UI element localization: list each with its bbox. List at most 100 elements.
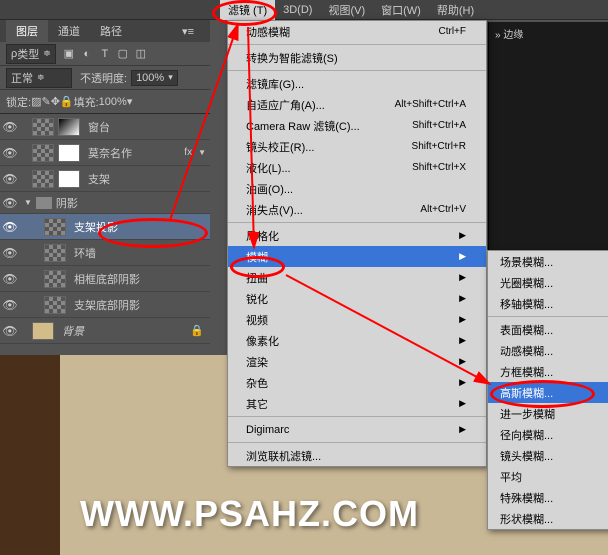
visibility-icon[interactable]: 👁 (0, 324, 20, 338)
folder-icon (36, 197, 52, 209)
mi-other[interactable]: 其它▶ (228, 393, 486, 414)
fill-label: 填充: (74, 94, 99, 110)
fill-value[interactable]: 100%▾ (99, 95, 133, 108)
mask-thumb (58, 170, 80, 188)
layer-folder[interactable]: 👁 ▼ 阴影 (0, 192, 210, 214)
filter-menu: 动感模糊Ctrl+F 转换为智能滤镜(S) 滤镜库(G)... 自适应广角(A)… (227, 20, 487, 467)
mi-digimarc[interactable]: Digimarc▶ (228, 419, 486, 440)
mask-thumb (58, 144, 80, 162)
layer-row[interactable]: 👁 环墙 (0, 240, 210, 266)
layer-name: 支架 (88, 171, 210, 187)
layer-name: 支架投影 (74, 219, 210, 235)
tab-channels[interactable]: 通道 (48, 20, 90, 42)
layer-thumb (44, 244, 66, 262)
layer-row[interactable]: 👁 相框底部阴影 (0, 266, 210, 292)
menu-window[interactable]: 窗口(W) (373, 0, 429, 20)
filter-icon-1[interactable]: ▣ (61, 46, 77, 62)
mi-to-smart[interactable]: 转换为智能滤镜(S) (228, 47, 486, 68)
layer-row[interactable]: 👁 支架底部阴影 (0, 292, 210, 318)
folder-name: 阴影 (56, 195, 78, 211)
layer-name: 莫奈名作 (88, 145, 184, 161)
lock-move-icon[interactable]: ✥ (51, 95, 60, 108)
mask-thumb (58, 118, 80, 136)
menu-help[interactable]: 帮助(H) (429, 0, 482, 20)
mi-render[interactable]: 渲染▶ (228, 351, 486, 372)
watermark-text: WWW.PSAHZ.COM (80, 493, 419, 535)
layer-name: 支架底部阴影 (74, 297, 210, 313)
visibility-icon[interactable]: 👁 (0, 196, 20, 210)
mi-lens[interactable]: 镜头校正(R)...Shift+Ctrl+R (228, 136, 486, 157)
tab-paths[interactable]: 路径 (90, 20, 132, 42)
mi-radial-blur[interactable]: 径向模糊... (488, 424, 608, 445)
filter-icon-3[interactable]: T (97, 46, 113, 62)
mi-further-blur[interactable]: 进一步模糊 (488, 403, 608, 424)
mi-shape-blur[interactable]: 形状模糊... (488, 508, 608, 529)
mi-oil[interactable]: 油画(O)... (228, 178, 486, 199)
chevron-down-icon[interactable]: ▼ (198, 148, 206, 157)
mi-special-blur[interactable]: 特殊模糊... (488, 487, 608, 508)
lock-brush-icon[interactable]: ✎ (41, 95, 50, 108)
visibility-icon[interactable]: 👁 (0, 120, 20, 134)
mi-liquify[interactable]: 液化(L)...Shift+Ctrl+X (228, 157, 486, 178)
mi-box-blur[interactable]: 方框模糊... (488, 361, 608, 382)
layer-row[interactable]: 👁 背景 🔒 (0, 318, 210, 344)
layer-row[interactable]: 👁 莫奈名作 fx ▼ (0, 140, 210, 166)
mi-stylize[interactable]: 风格化▶ (228, 225, 486, 246)
mi-online[interactable]: 浏览联机滤镜... (228, 445, 486, 466)
filter-icon-2[interactable]: ◐ (79, 46, 95, 62)
mi-gaussian-blur[interactable]: 高斯模糊... (488, 382, 608, 403)
mi-field-blur[interactable]: 场景模糊... (488, 251, 608, 272)
visibility-icon[interactable]: 👁 (0, 146, 20, 160)
layer-name: 窗台 (88, 119, 210, 135)
visibility-icon[interactable]: 👁 (0, 246, 20, 260)
opacity-label: 不透明度: (80, 70, 127, 86)
visibility-icon[interactable]: 👁 (0, 220, 20, 234)
blur-submenu: 场景模糊... 光圈模糊... 移轴模糊... 表面模糊... 动感模糊... … (487, 250, 608, 530)
mi-sharpen[interactable]: 锐化▶ (228, 288, 486, 309)
visibility-icon[interactable]: 👁 (0, 272, 20, 286)
mi-average[interactable]: 平均 (488, 466, 608, 487)
mi-distort[interactable]: 扭曲▶ (228, 267, 486, 288)
layer-thumb (32, 118, 54, 136)
properties-title: » 边缘 (489, 22, 608, 45)
mi-surface-blur[interactable]: 表面模糊... (488, 319, 608, 340)
mi-adaptive[interactable]: 自适应广角(A)...Alt+Shift+Ctrl+A (228, 94, 486, 115)
visibility-icon[interactable]: 👁 (0, 298, 20, 312)
layers-list: 👁 窗台 👁 莫奈名作 fx ▼ 👁 支架 👁 ▼ 阴影 👁 支架投影 👁 (0, 114, 210, 344)
lock-transparent-icon[interactable]: ▨ (31, 95, 41, 108)
blend-mode-select[interactable]: 正常≑ (6, 68, 72, 88)
panel-tabs: 图层 通道 路径 ▾≡ (0, 20, 210, 42)
layer-name: 相框底部阴影 (74, 271, 210, 287)
folder-expand-icon[interactable]: ▼ (24, 198, 32, 207)
panel-menu-icon[interactable]: ▾≡ (172, 22, 204, 41)
fx-badge[interactable]: fx (184, 147, 192, 158)
mi-vanish[interactable]: 消失点(V)...Alt+Ctrl+V (228, 199, 486, 220)
layer-thumb (32, 144, 54, 162)
filter-icon-5[interactable]: ◫ (133, 46, 149, 62)
mi-lens-blur[interactable]: 镜头模糊... (488, 445, 608, 466)
layer-row[interactable]: 👁 支架 (0, 166, 210, 192)
menu-3d[interactable]: 3D(D) (275, 2, 320, 18)
layer-row[interactable]: 👁 窗台 (0, 114, 210, 140)
mi-iris-blur[interactable]: 光圈模糊... (488, 272, 608, 293)
mi-camera-raw[interactable]: Camera Raw 滤镜(C)...Shift+Ctrl+A (228, 115, 486, 136)
mi-noise[interactable]: 杂色▶ (228, 372, 486, 393)
tab-layers[interactable]: 图层 (6, 20, 48, 42)
mi-tilt-blur[interactable]: 移轴模糊... (488, 293, 608, 314)
lock-all-icon[interactable]: 🔒 (60, 95, 74, 108)
mi-motion-blur[interactable]: 动感模糊... (488, 340, 608, 361)
filter-icon-4[interactable]: ▢ (115, 46, 131, 62)
visibility-icon[interactable]: 👁 (0, 172, 20, 186)
opacity-value[interactable]: 100%▾ (131, 70, 178, 86)
mi-pixelate[interactable]: 像素化▶ (228, 330, 486, 351)
layer-name: 背景 (62, 323, 190, 339)
layer-name: 环墙 (74, 245, 210, 261)
mi-video[interactable]: 视频▶ (228, 309, 486, 330)
menu-filter[interactable]: 滤镜 (T) (220, 0, 275, 20)
mi-gallery[interactable]: 滤镜库(G)... (228, 73, 486, 94)
menu-view[interactable]: 视图(V) (320, 0, 373, 20)
layer-row-selected[interactable]: 👁 支架投影 (0, 214, 210, 240)
mi-blur[interactable]: 模糊▶ (228, 246, 486, 267)
filter-type-select[interactable]: ρ 类型≑ (6, 44, 56, 64)
mi-last-filter[interactable]: 动感模糊Ctrl+F (228, 21, 486, 42)
